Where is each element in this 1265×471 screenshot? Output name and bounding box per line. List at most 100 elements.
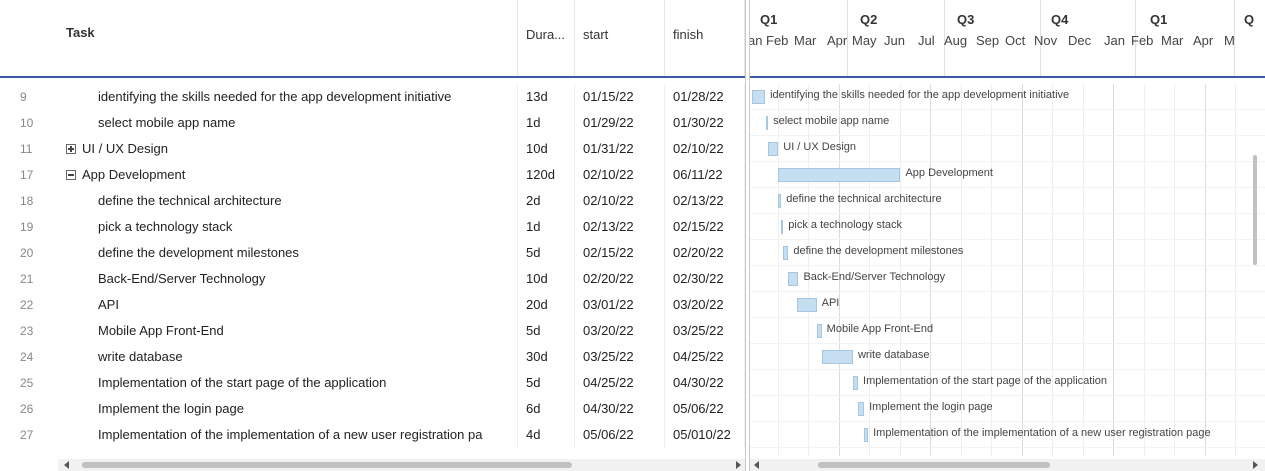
- column-header-task[interactable]: Task: [58, 0, 518, 76]
- duration-cell[interactable]: 6d: [518, 396, 575, 422]
- start-date-cell[interactable]: 02/20/22: [575, 266, 665, 292]
- finish-date-cell[interactable]: 02/15/22: [665, 214, 745, 240]
- task-bar[interactable]: [751, 90, 766, 104]
- finish-date-cell[interactable]: 02/30/22: [665, 266, 745, 292]
- vertical-scroll-thumb[interactable]: [1253, 155, 1257, 265]
- table-row[interactable]: 10 select mobile app name 1d 01/29/22 01/30/…: [0, 110, 745, 136]
- task-name-cell[interactable]: identifying the skills needed for the ap…: [58, 84, 518, 110]
- task-name-cell[interactable]: pick a technology stack: [58, 214, 518, 240]
- chart-scroll-right-icon[interactable]: [1253, 461, 1258, 469]
- duration-cell[interactable]: 20d: [518, 292, 575, 318]
- table-row[interactable]: 19 pick a technology stack 1d 02/13/22 02/15…: [0, 214, 745, 240]
- table-row[interactable]: 27 Implementation of the implementation o…: [0, 422, 745, 448]
- collapse-icon[interactable]: [66, 170, 76, 180]
- task-bar[interactable]: [852, 376, 859, 390]
- start-date-cell[interactable]: 01/31/22: [575, 136, 665, 162]
- finish-date-cell[interactable]: 02/13/22: [665, 188, 745, 214]
- table-row[interactable]: 23 Mobile App Front-End 5d 03/20/22 03/25/22: [0, 318, 745, 344]
- start-date-cell[interactable]: 02/10/22: [575, 162, 665, 188]
- column-header-start[interactable]: start: [575, 0, 665, 76]
- duration-cell[interactable]: 30d: [518, 344, 575, 370]
- grid-scroll-thumb[interactable]: [82, 462, 572, 468]
- task-bar[interactable]: [783, 246, 789, 260]
- duration-cell[interactable]: 5d: [518, 240, 575, 266]
- table-row[interactable]: 17 App Development 120d 02/10/22 06/11/22: [0, 162, 745, 188]
- task-bar[interactable]: [768, 142, 779, 156]
- finish-date-cell-text: 02/20/22: [673, 245, 724, 260]
- finish-date-cell[interactable]: 01/28/22: [665, 84, 745, 110]
- task-name-cell[interactable]: Back-End/Server Technology: [58, 266, 518, 292]
- task-name-cell[interactable]: Mobile App Front-End: [58, 318, 518, 344]
- task-name-cell[interactable]: UI / UX Design: [58, 136, 518, 162]
- task-bar[interactable]: [788, 272, 799, 286]
- finish-date-cell[interactable]: 03/25/22: [665, 318, 745, 344]
- scroll-left-icon[interactable]: [64, 461, 69, 469]
- duration-cell[interactable]: 2d: [518, 188, 575, 214]
- finish-date-cell[interactable]: 02/20/22: [665, 240, 745, 266]
- table-row[interactable]: 26 Implement the login page 6d 04/30/22 05/0…: [0, 396, 745, 422]
- task-name-cell[interactable]: Implementation of the start page of the …: [58, 370, 518, 396]
- start-date-cell[interactable]: 02/10/22: [575, 188, 665, 214]
- scroll-right-icon[interactable]: [736, 461, 741, 469]
- table-row[interactable]: 24 write database 30d 03/25/22 04/25/22: [0, 344, 745, 370]
- duration-cell[interactable]: 120d: [518, 162, 575, 188]
- task-name-cell[interactable]: Implement the login page: [58, 396, 518, 422]
- table-row[interactable]: 18 define the technical architecture 2d 02/…: [0, 188, 745, 214]
- duration-cell[interactable]: 10d: [518, 136, 575, 162]
- task-bar[interactable]: [797, 298, 817, 312]
- table-row[interactable]: 9 identifying the skills needed for the a…: [0, 84, 745, 110]
- column-header-duration[interactable]: Dura...: [518, 0, 575, 76]
- start-date-cell[interactable]: 03/01/22: [575, 292, 665, 318]
- duration-cell[interactable]: 5d: [518, 318, 575, 344]
- task-bar[interactable]: [781, 220, 784, 234]
- task-name-cell[interactable]: write database: [58, 344, 518, 370]
- table-row[interactable]: 20 define the development milestones 5d 02/…: [0, 240, 745, 266]
- start-date-cell[interactable]: 02/13/22: [575, 214, 665, 240]
- duration-cell[interactable]: 13d: [518, 84, 575, 110]
- finish-date-cell[interactable]: 05/010/22: [665, 422, 745, 448]
- table-row[interactable]: 22 API 20d 03/01/22 03/20/22: [0, 292, 745, 318]
- chart-scroll-thumb[interactable]: [818, 462, 1050, 468]
- duration-cell[interactable]: 1d: [518, 110, 575, 136]
- task-bar[interactable]: [816, 324, 822, 338]
- task-name-cell[interactable]: select mobile app name: [58, 110, 518, 136]
- start-date-cell[interactable]: 05/06/22: [575, 422, 665, 448]
- expand-icon[interactable]: [66, 144, 76, 154]
- table-row[interactable]: 11 UI / UX Design 10d 01/31/22 02/10/22: [0, 136, 745, 162]
- finish-date-cell[interactable]: 03/20/22: [665, 292, 745, 318]
- task-name-cell[interactable]: define the development milestones: [58, 240, 518, 266]
- task-bar[interactable]: [778, 194, 782, 208]
- task-name-cell[interactable]: Implementation of the implementation of …: [58, 422, 518, 448]
- task-name-cell[interactable]: App Development: [58, 162, 518, 188]
- duration-cell[interactable]: 4d: [518, 422, 575, 448]
- duration-cell[interactable]: 1d: [518, 214, 575, 240]
- grid-horizontal-scrollbar[interactable]: [58, 459, 745, 471]
- task-bar[interactable]: [858, 402, 865, 416]
- start-date-cell[interactable]: 03/20/22: [575, 318, 665, 344]
- table-row[interactable]: 21 Back-End/Server Technology 10d 02/20/22 0…: [0, 266, 745, 292]
- duration-cell[interactable]: 10d: [518, 266, 575, 292]
- task-bar[interactable]: [821, 350, 853, 364]
- task-bar[interactable]: [864, 428, 869, 442]
- start-date-cell[interactable]: 04/25/22: [575, 370, 665, 396]
- task-bar[interactable]: [778, 168, 901, 182]
- finish-date-cell[interactable]: 05/06/22: [665, 396, 745, 422]
- start-date-cell[interactable]: 03/25/22: [575, 344, 665, 370]
- chart-horizontal-scrollbar[interactable]: [750, 459, 1265, 471]
- start-date-cell[interactable]: 04/30/22: [575, 396, 665, 422]
- task-name-cell[interactable]: API: [58, 292, 518, 318]
- chart-scroll-left-icon[interactable]: [754, 461, 759, 469]
- start-date-cell[interactable]: 01/15/22: [575, 84, 665, 110]
- start-date-cell[interactable]: 02/15/22: [575, 240, 665, 266]
- finish-date-cell[interactable]: 06/11/22: [665, 162, 745, 188]
- finish-date-cell[interactable]: 02/10/22: [665, 136, 745, 162]
- table-row[interactable]: 25 Implementation of the start page of th…: [0, 370, 745, 396]
- finish-date-cell[interactable]: 04/30/22: [665, 370, 745, 396]
- task-name-cell[interactable]: define the technical architecture: [58, 188, 518, 214]
- finish-date-cell[interactable]: 04/25/22: [665, 344, 745, 370]
- finish-date-cell[interactable]: 01/30/22: [665, 110, 745, 136]
- duration-cell[interactable]: 5d: [518, 370, 575, 396]
- column-header-finish[interactable]: finish: [665, 0, 745, 76]
- task-bar[interactable]: [766, 116, 769, 130]
- start-date-cell[interactable]: 01/29/22: [575, 110, 665, 136]
